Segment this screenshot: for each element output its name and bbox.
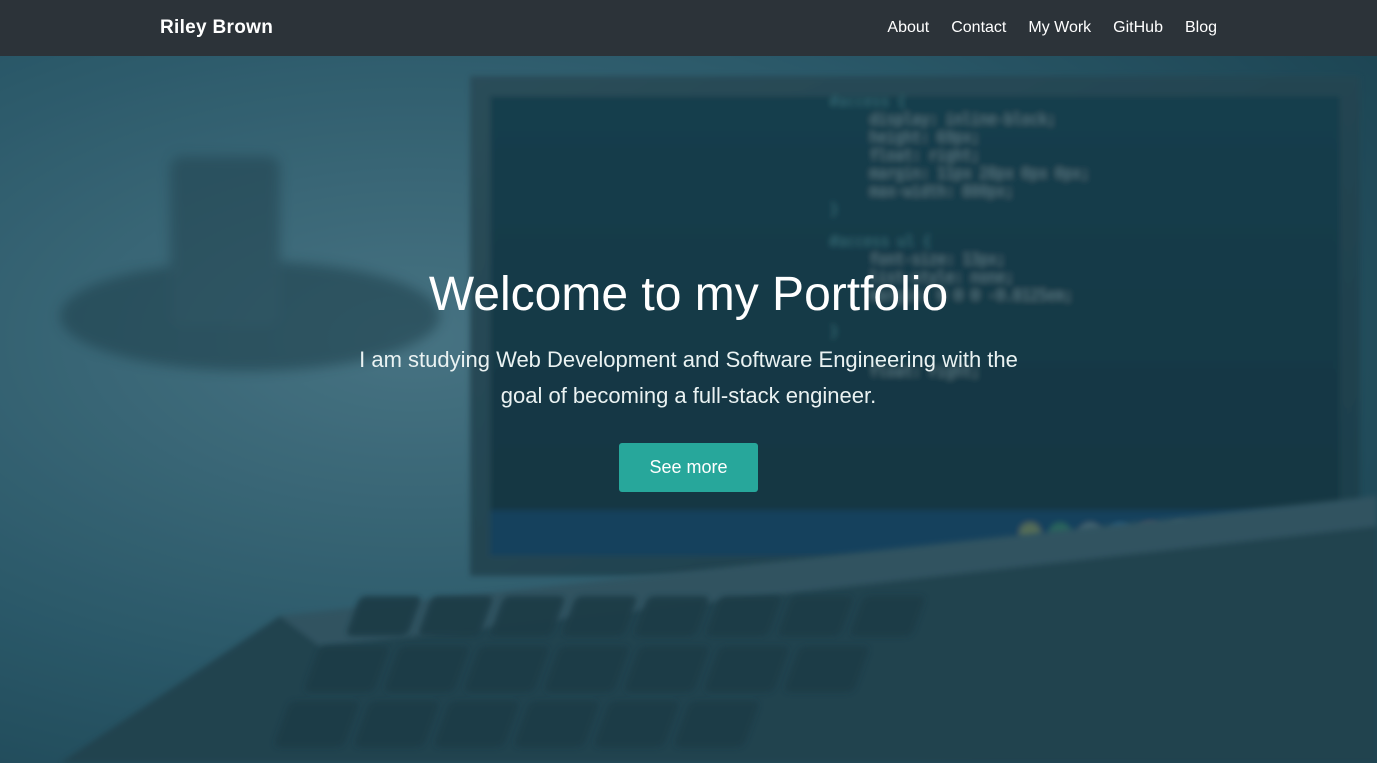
nav-link-about[interactable]: About (887, 19, 929, 37)
svg-text:font-size: 13px;: font-size: 13px; (870, 252, 1005, 268)
svg-text:margin: 11px 28px 0px 0px;: margin: 11px 28px 0px 0px; (870, 166, 1089, 182)
svg-text:display: inline-block;: display: inline-block; (870, 112, 1055, 128)
nav-links: About Contact My Work GitHub Blog (887, 19, 1217, 37)
hero-section: #access { display: inline-block; height:… (0, 56, 1377, 763)
hero-title: Welcome to my Portfolio (429, 267, 948, 322)
nav-link-contact[interactable]: Contact (951, 19, 1006, 37)
see-more-button[interactable]: See more (619, 443, 757, 492)
svg-text:max-width: 800px;: max-width: 800px; (870, 184, 1013, 200)
hero-subtitle: I am studying Web Development and Softwa… (339, 342, 1039, 412)
svg-text:float: right;: float: right; (870, 148, 980, 164)
svg-text:#access {: #access { (830, 94, 906, 110)
navbar: Riley Brown About Contact My Work GitHub… (0, 0, 1377, 56)
nav-link-github[interactable]: GitHub (1113, 19, 1163, 37)
nav-link-blog[interactable]: Blog (1185, 19, 1217, 37)
svg-text:}: } (830, 324, 838, 340)
svg-text:height: 69px;: height: 69px; (870, 130, 980, 146)
svg-text:}: } (830, 202, 838, 218)
svg-text:#access ul {: #access ul { (830, 234, 931, 250)
brand-logo[interactable]: Riley Brown (160, 17, 273, 39)
nav-link-mywork[interactable]: My Work (1028, 19, 1091, 37)
